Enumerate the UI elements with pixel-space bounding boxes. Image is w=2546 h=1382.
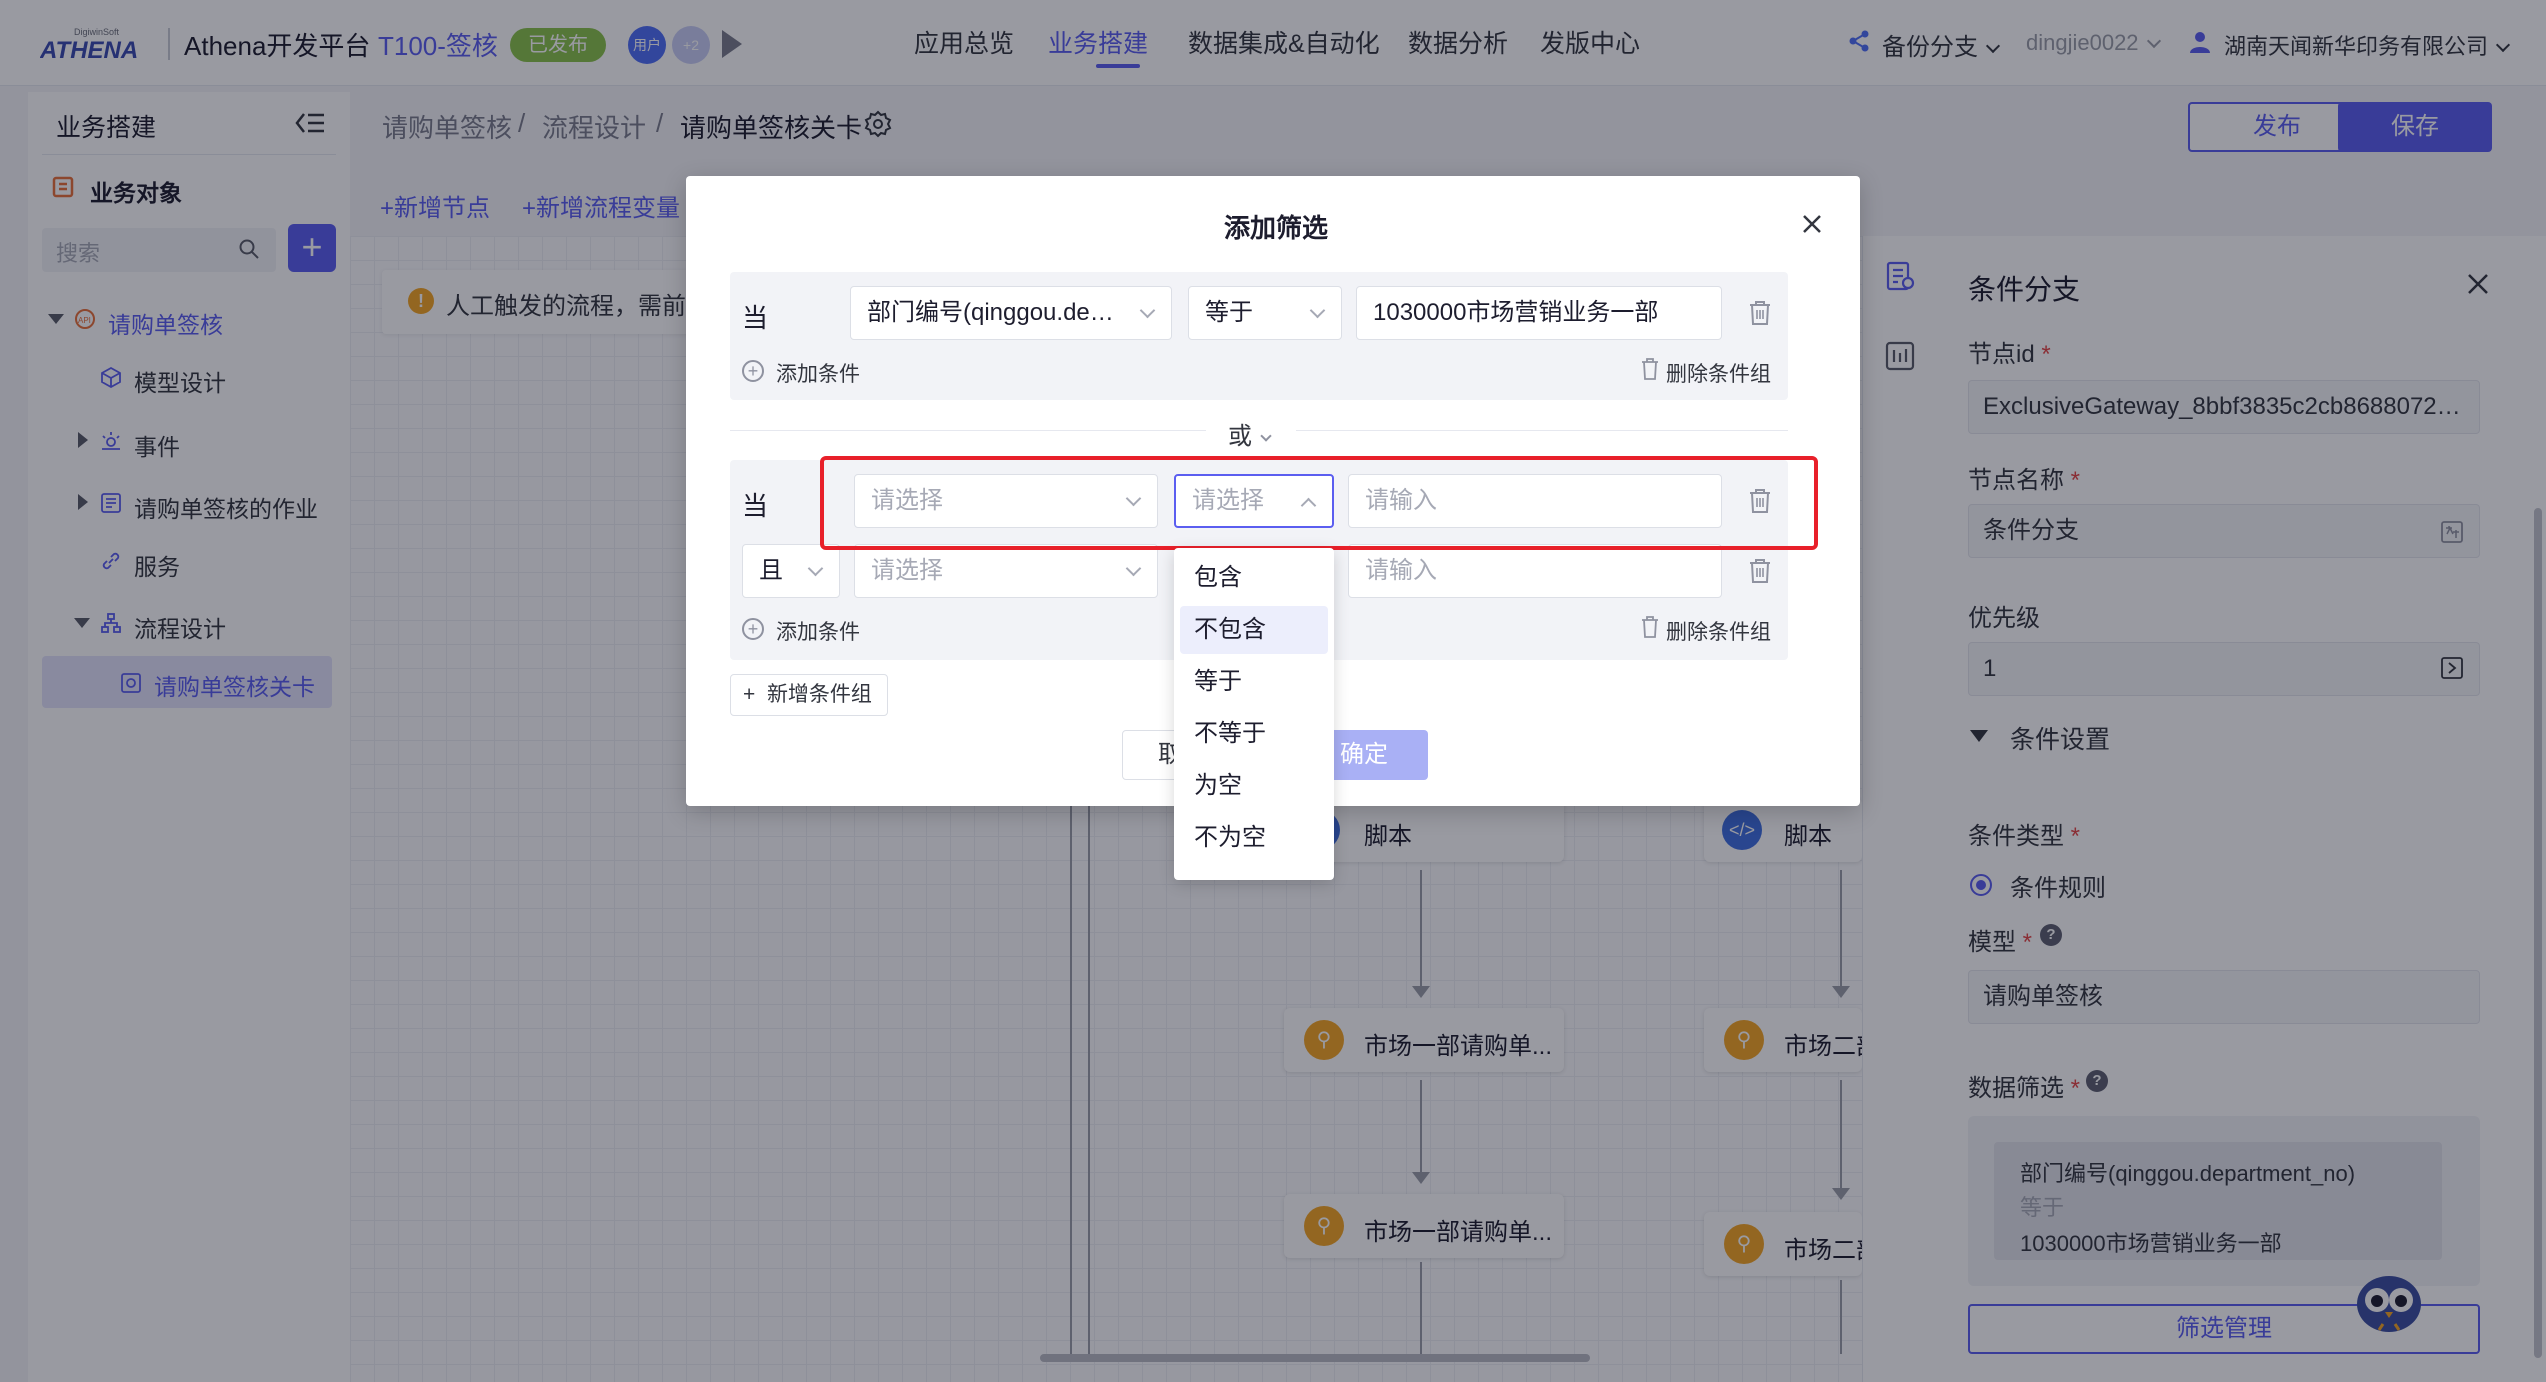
- when-label: 当: [742, 491, 769, 521]
- value-input[interactable]: 请输入: [1348, 544, 1722, 598]
- trash-icon[interactable]: [1748, 558, 1772, 584]
- dropdown-option[interactable]: 不包含: [1180, 606, 1328, 654]
- delete-group-button[interactable]: 删除条件组: [1666, 616, 1771, 646]
- add-condition-button[interactable]: 添加条件: [776, 358, 860, 388]
- dropdown-option[interactable]: 包含: [1180, 554, 1328, 602]
- trash-icon[interactable]: [1640, 616, 1660, 638]
- annotation-highlight-box: [820, 456, 1818, 550]
- or-selector[interactable]: 或: [1228, 416, 1272, 451]
- dropdown-option[interactable]: 等于: [1180, 658, 1328, 706]
- field-select[interactable]: 请选择: [854, 544, 1158, 598]
- dropdown-option[interactable]: 不等于: [1180, 710, 1328, 758]
- trash-icon[interactable]: [1640, 358, 1660, 380]
- add-condition-button[interactable]: 添加条件: [776, 616, 860, 646]
- dropdown-option[interactable]: 为空: [1180, 762, 1328, 810]
- add-condition-icon[interactable]: +: [742, 360, 764, 382]
- field-select[interactable]: 部门编号(qinggou.depa...: [850, 286, 1172, 340]
- trash-icon[interactable]: [1748, 300, 1772, 326]
- or-divider: [730, 430, 1206, 431]
- delete-group-button[interactable]: 删除条件组: [1666, 358, 1771, 388]
- add-condition-icon[interactable]: +: [742, 618, 764, 640]
- operator-select[interactable]: 等于: [1188, 286, 1342, 340]
- value-input[interactable]: 1030000市场营销业务一部: [1356, 286, 1722, 340]
- close-icon[interactable]: [1798, 210, 1826, 238]
- or-divider: [1296, 430, 1788, 431]
- when-label: 当: [742, 303, 769, 333]
- dialog-title: 添加筛选: [1224, 213, 1329, 243]
- and-select[interactable]: 且: [742, 544, 840, 598]
- dropdown-option[interactable]: 不为空: [1180, 814, 1328, 862]
- new-condition-group-button[interactable]: + 新增条件组: [730, 674, 888, 716]
